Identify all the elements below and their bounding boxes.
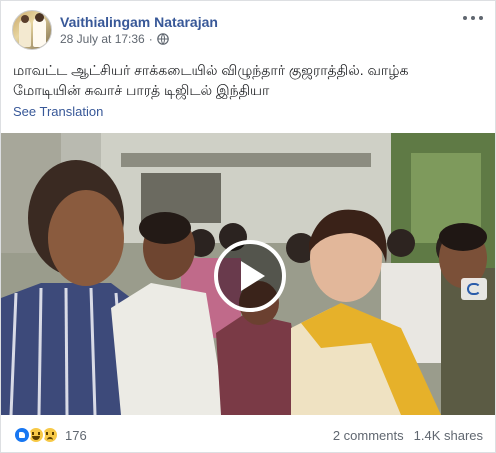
author-name-link[interactable]: Vaithialingam Natarajan: [60, 13, 218, 31]
post-card: Vaithialingam Natarajan 28 July at 17:36…: [0, 0, 496, 453]
reactions-summary[interactable]: 176: [13, 426, 87, 444]
post-header: Vaithialingam Natarajan 28 July at 17:36…: [12, 10, 218, 50]
globe-icon[interactable]: [156, 33, 169, 45]
shares-link[interactable]: 1.4K shares: [414, 428, 483, 443]
post-text: மாவட்ட ஆட்சியர் சாக்கடையில் விழுந்தார் க…: [13, 60, 483, 100]
post-timestamp[interactable]: 28 July at 17:36: [60, 31, 145, 47]
post-text-line: மாவட்ட ஆட்சியர் சாக்கடையில் விழுந்தார் க…: [13, 62, 409, 78]
play-icon[interactable]: [214, 240, 286, 312]
post-text-line: மோடியின் சுவாச் பாரத் டிஜிடல் இந்தியா: [13, 82, 270, 98]
engagement-stats: 2 comments 1.4K shares: [333, 428, 483, 443]
author-avatar[interactable]: [12, 10, 52, 50]
separator-dot: ·: [148, 32, 153, 46]
reaction-count: 176: [65, 427, 87, 443]
more-options-icon[interactable]: [463, 11, 483, 25]
post-footer: 176 2 comments 1.4K shares: [13, 423, 483, 447]
channel-logo-icon: [461, 278, 487, 300]
like-icon: [13, 426, 31, 444]
see-translation-link[interactable]: See Translation: [13, 104, 103, 119]
post-subline: 28 July at 17:36 ·: [60, 31, 218, 47]
post-meta: Vaithialingam Natarajan 28 July at 17:36…: [60, 13, 218, 47]
comments-link[interactable]: 2 comments: [333, 428, 404, 443]
